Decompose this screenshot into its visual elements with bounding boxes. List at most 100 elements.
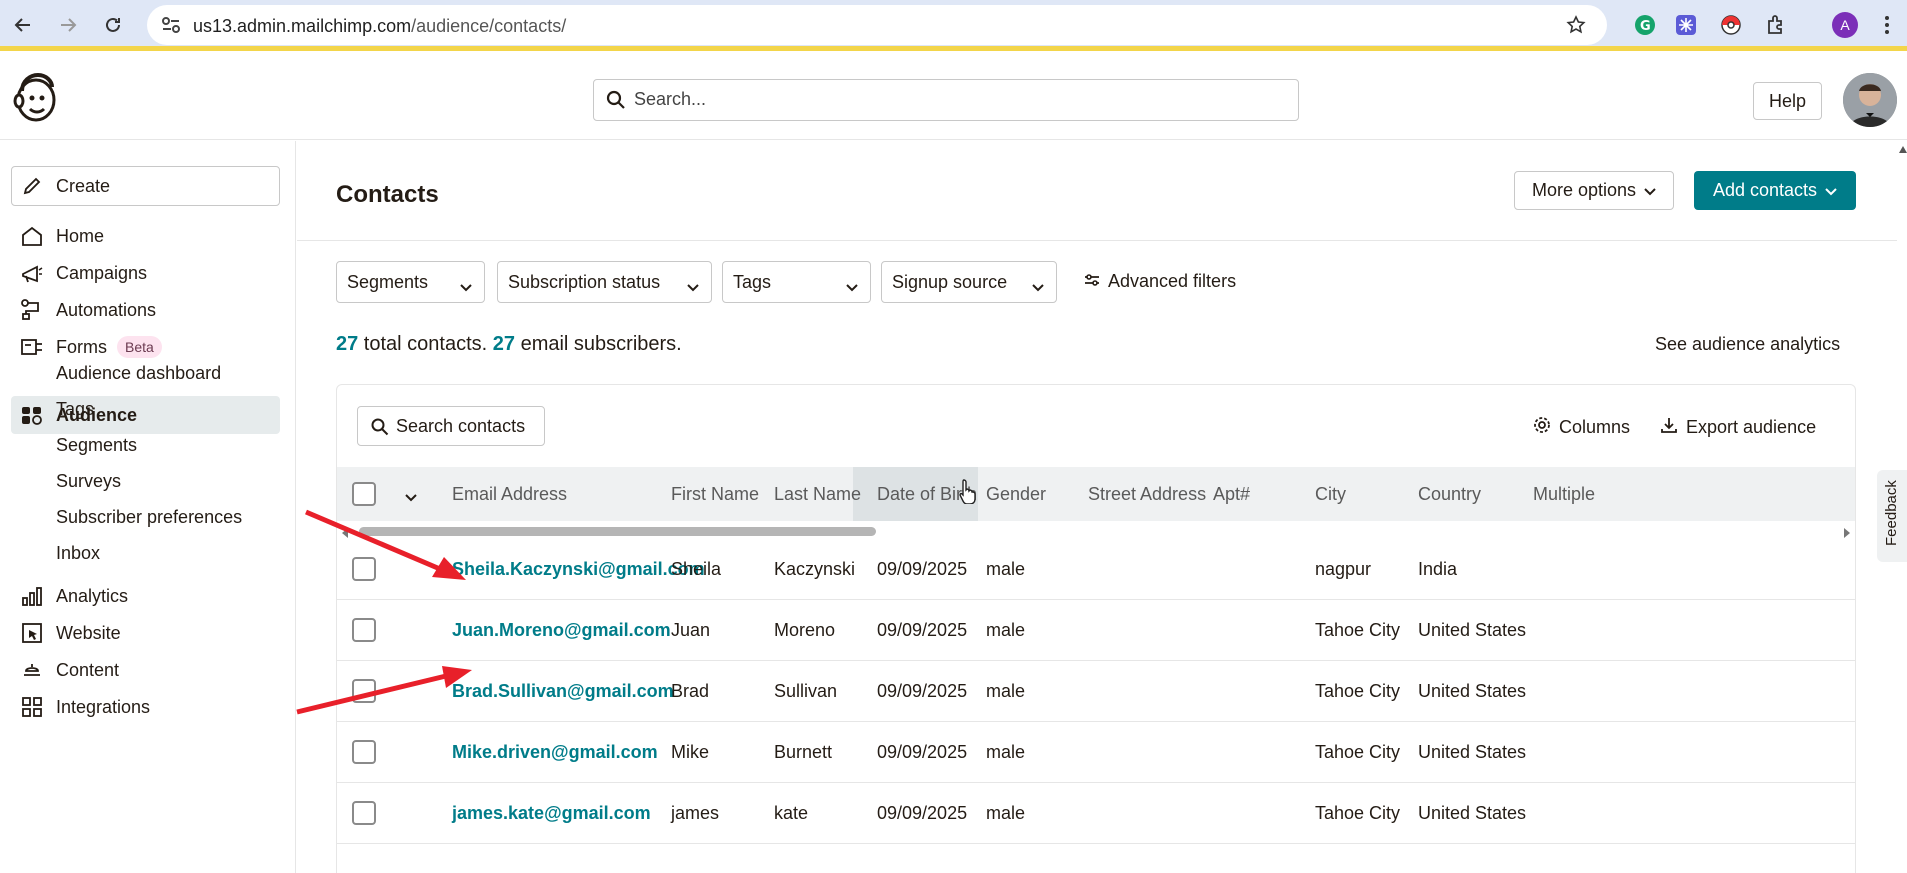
search-input[interactable]	[634, 89, 1274, 110]
email-link[interactable]: Juan.Moreno@gmail.com	[452, 620, 671, 641]
first-name-cell: Mike	[671, 742, 710, 762]
filter-segments[interactable]: Segments	[336, 261, 485, 303]
horizontal-scrollbar[interactable]	[337, 521, 1855, 539]
grammarly-extension-icon[interactable]: G	[1632, 12, 1658, 38]
last-name-cell: Sullivan	[774, 681, 838, 701]
sidebar-subitem-subscriber-preferences[interactable]: Subscriber preferences	[56, 507, 242, 528]
user-avatar[interactable]	[1843, 73, 1897, 127]
column-first-name[interactable]: First Name	[671, 484, 759, 505]
pokeball-extension-icon[interactable]	[1718, 12, 1744, 38]
column-gender[interactable]: Gender	[986, 484, 1046, 505]
website-icon	[20, 622, 44, 644]
bar-chart-icon	[20, 585, 44, 607]
profile-avatar[interactable]: A	[1832, 12, 1858, 38]
column-city[interactable]: City	[1315, 484, 1346, 505]
site-settings-icon[interactable]	[161, 16, 181, 39]
sidebar-item-integrations[interactable]: Integrations	[11, 688, 280, 726]
filter-tags[interactable]: Tags	[722, 261, 871, 303]
city-cell: Tahoe City	[1315, 803, 1401, 823]
extensions-puzzle-icon[interactable]	[1763, 12, 1789, 38]
table-header: Email Address First Name Last Name Date …	[337, 467, 1855, 521]
row-checkbox[interactable]	[352, 801, 376, 825]
first-name-cell: Brad	[671, 681, 710, 701]
mailchimp-logo-icon[interactable]	[10, 71, 62, 123]
row-checkbox[interactable]	[352, 740, 376, 764]
email-link[interactable]: james.kate@gmail.com	[452, 803, 651, 824]
filter-signup-source[interactable]: Signup source	[881, 261, 1057, 303]
dob-cell: 09/09/2025	[877, 559, 968, 579]
sidebar-item-analytics[interactable]: Analytics	[11, 577, 280, 615]
sidebar-subitem-inbox[interactable]: Inbox	[56, 543, 100, 564]
table-row[interactable]: Brad.Sullivan@gmail.com Brad Sullivan 09…	[337, 661, 1855, 722]
sidebar-item-home[interactable]: Home	[11, 217, 280, 255]
sidebar-item-website[interactable]: Website	[11, 614, 280, 652]
columns-button[interactable]: Columns	[1533, 416, 1630, 439]
see-audience-analytics-link[interactable]: See audience analytics	[1655, 334, 1840, 355]
select-all-checkbox[interactable]	[352, 482, 376, 506]
chevron-down-icon	[1825, 180, 1837, 201]
scrollbar-thumb[interactable]	[359, 527, 876, 536]
sidebar-subitem-segments[interactable]: Segments	[56, 435, 137, 456]
bookmark-star-icon[interactable]	[1566, 15, 1586, 40]
create-button[interactable]: Create	[11, 166, 280, 206]
address-bar[interactable]: us13.admin.mailchimp.com/audience/contac…	[147, 5, 1607, 45]
last-name-cell: Kaczynski	[774, 559, 856, 579]
city-cell: Tahoe City	[1315, 742, 1401, 762]
gender-cell: male	[986, 742, 1026, 762]
browser-menu-icon[interactable]	[1874, 12, 1900, 38]
main-content: Contacts More options Add contacts Segme…	[297, 141, 1907, 873]
email-link[interactable]: Brad.Sullivan@gmail.com	[452, 681, 674, 702]
feedback-tab[interactable]: Feedback	[1877, 470, 1907, 562]
sidebar-item-campaigns[interactable]: Campaigns	[11, 254, 280, 292]
table-row[interactable]: Juan.Moreno@gmail.com Juan Moreno 09/09/…	[337, 600, 1855, 661]
email-link[interactable]: Sheila.Kaczynski@gmail.com	[452, 559, 705, 580]
sidebar-subitem-tags[interactable]: Tags	[56, 399, 94, 420]
url-text: us13.admin.mailchimp.com/audience/contac…	[193, 16, 567, 36]
sidebar-subitem-audience-dashboard[interactable]: Audience dashboard	[56, 363, 221, 384]
help-button[interactable]: Help	[1753, 82, 1822, 120]
first-name-cell: Juan	[671, 620, 711, 640]
row-checkbox[interactable]	[352, 618, 376, 642]
sidebar-item-content[interactable]: Content	[11, 651, 280, 689]
column-country[interactable]: Country	[1418, 484, 1481, 505]
search-icon	[371, 418, 389, 441]
table-row[interactable]: Sheila.Kaczynski@gmail.com Sheila Kaczyn…	[337, 539, 1855, 600]
sidebar-item-forms[interactable]: Forms Beta	[11, 328, 280, 366]
filter-subscription-status[interactable]: Subscription status	[497, 261, 712, 303]
chevron-down-icon	[846, 276, 858, 297]
back-icon[interactable]	[8, 10, 38, 40]
first-name-cell: Sheila	[671, 559, 722, 579]
extension-icon[interactable]	[1673, 12, 1699, 38]
sidebar-subitem-surveys[interactable]: Surveys	[56, 471, 121, 492]
contacts-total: 27 total contacts. 27 email subscribers.	[336, 333, 682, 355]
search-icon	[606, 90, 626, 115]
sidebar-item-automations[interactable]: Automations	[11, 291, 280, 329]
column-email-address[interactable]: Email Address	[452, 484, 567, 505]
column-last-name[interactable]: Last Name	[774, 484, 861, 505]
svg-text:G: G	[1640, 19, 1651, 34]
gear-icon	[1533, 416, 1551, 439]
table-row[interactable]: Mike.driven@gmail.com Mike Burnett 09/09…	[337, 722, 1855, 783]
global-search[interactable]	[593, 79, 1299, 121]
sidebar-item-audience[interactable]: Audience	[11, 396, 280, 434]
email-link[interactable]: Mike.driven@gmail.com	[452, 742, 658, 763]
last-name-cell: Moreno	[774, 620, 836, 640]
country-cell: India	[1418, 559, 1458, 579]
column-apt[interactable]: Apt#	[1213, 484, 1250, 505]
column-street-address[interactable]: Street Address	[1088, 484, 1206, 505]
row-checkbox[interactable]	[352, 557, 376, 581]
more-options-button[interactable]: More options	[1514, 171, 1674, 210]
row-checkbox[interactable]	[352, 679, 376, 703]
chevron-down-icon[interactable]	[405, 489, 417, 507]
mouse-cursor-icon	[958, 478, 978, 509]
advanced-filters-button[interactable]: Advanced filters	[1084, 271, 1236, 292]
export-audience-button[interactable]: Export audience	[1660, 416, 1816, 439]
table-row[interactable]: james.kate@gmail.com james kate 09/09/20…	[337, 783, 1855, 844]
app-header: Help	[0, 56, 1907, 140]
reload-icon[interactable]	[98, 10, 128, 40]
column-multiple[interactable]: Multiple	[1533, 484, 1595, 505]
audience-icon	[20, 404, 44, 426]
add-contacts-button[interactable]: Add contacts	[1694, 171, 1856, 210]
forward-icon[interactable]	[53, 10, 83, 40]
search-contacts-button[interactable]: Search contacts	[357, 406, 545, 446]
